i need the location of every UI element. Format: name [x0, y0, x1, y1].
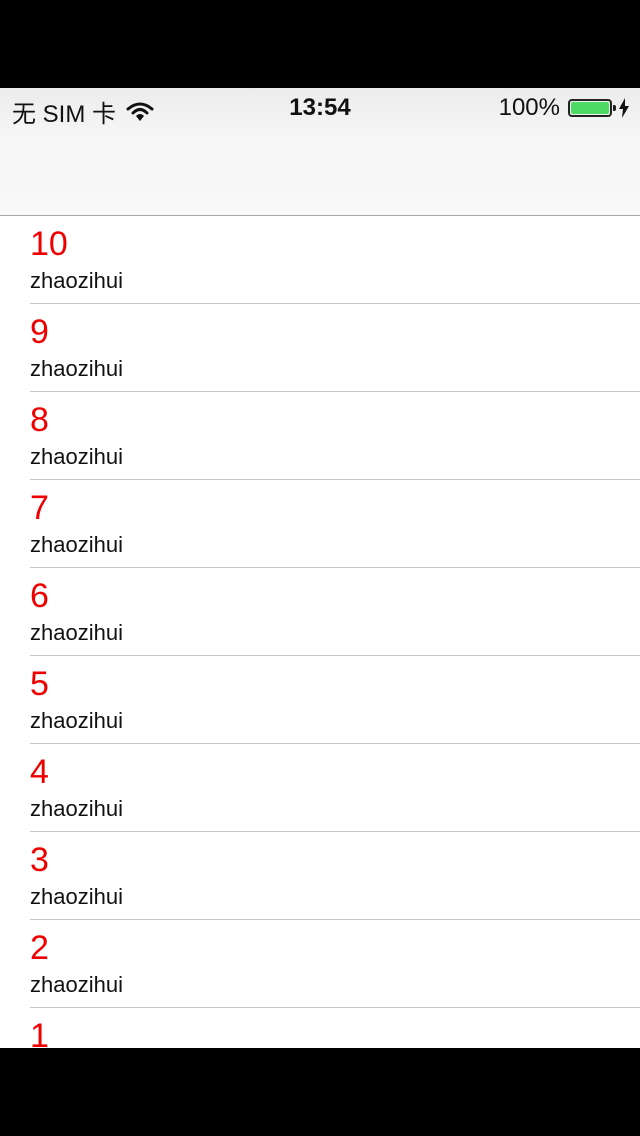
letterbox-top [0, 0, 640, 88]
list-item[interactable]: 3 zhaozihui [0, 832, 640, 920]
letterbox-bottom [0, 1048, 640, 1136]
list-item[interactable]: 6 zhaozihui [0, 568, 640, 656]
navigation-bar: 无 SIM 卡 13:54 100% [0, 88, 640, 216]
row-number: 9 [30, 313, 49, 351]
row-number: 5 [30, 665, 49, 703]
row-number: 3 [30, 841, 49, 879]
list-item[interactable]: 9 zhaozihui [0, 304, 640, 392]
row-subtitle: zhaozihui [30, 532, 123, 557]
row-number: 7 [30, 489, 49, 527]
phone-screen: 无 SIM 卡 13:54 100% 10 zhaozihui 9 zhaozi… [0, 88, 640, 1048]
list-item[interactable]: 7 zhaozihui [0, 480, 640, 568]
battery-icon [568, 99, 616, 117]
row-number: 8 [30, 401, 49, 439]
row-subtitle: zhaozihui [30, 356, 123, 381]
charging-bolt-icon [619, 98, 629, 118]
battery-nub [613, 105, 616, 111]
battery-level-fill [571, 102, 609, 114]
row-number: 2 [30, 929, 49, 967]
row-subtitle: zhaozihui [30, 444, 123, 469]
row-subtitle: zhaozihui [30, 796, 123, 821]
list-item[interactable]: 10 zhaozihui [0, 216, 640, 304]
row-subtitle: zhaozihui [30, 884, 123, 909]
row-subtitle: zhaozihui [30, 268, 123, 293]
list-item[interactable]: 1 [0, 1008, 640, 1048]
row-subtitle: zhaozihui [30, 708, 123, 733]
row-subtitle: zhaozihui [30, 620, 123, 645]
row-subtitle: zhaozihui [30, 972, 123, 997]
battery-status: 100% [499, 94, 630, 122]
list-item[interactable]: 8 zhaozihui [0, 392, 640, 480]
table-view[interactable]: 10 zhaozihui 9 zhaozihui 8 zhaozihui 7 z… [0, 216, 640, 1048]
row-number: 1 [30, 1017, 49, 1048]
row-number: 4 [30, 753, 49, 791]
row-number: 6 [30, 577, 49, 615]
status-bar: 无 SIM 卡 13:54 100% [0, 88, 640, 128]
list-item[interactable]: 2 zhaozihui [0, 920, 640, 1008]
battery-percent: 100% [498, 94, 560, 121]
list-item[interactable]: 5 zhaozihui [0, 656, 640, 744]
row-number: 10 [30, 225, 68, 263]
list-item[interactable]: 4 zhaozihui [0, 744, 640, 832]
